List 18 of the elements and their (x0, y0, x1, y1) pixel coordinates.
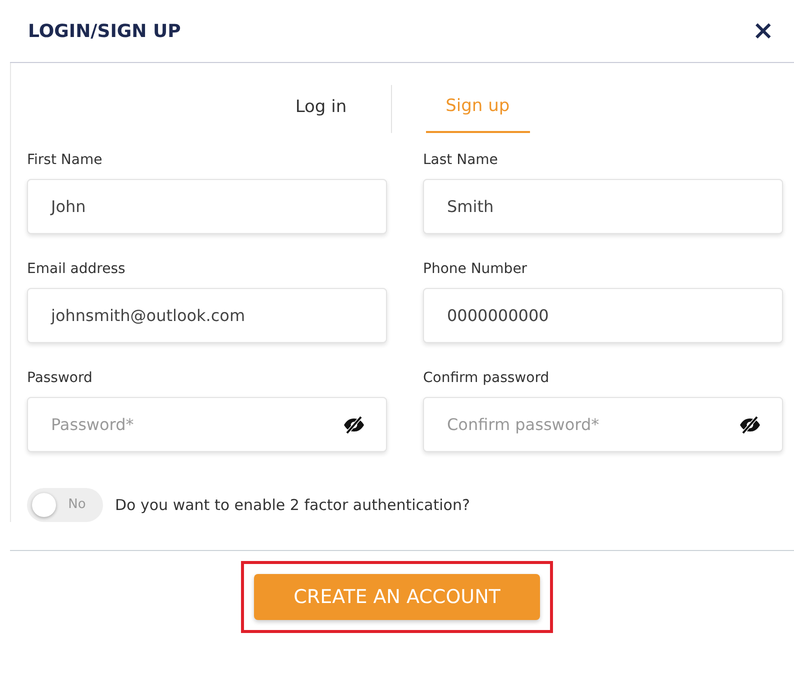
input-field[interactable]: John (27, 179, 387, 234)
eye-slash-icon[interactable] (739, 416, 761, 434)
dialog-title: LOGIN/SIGN UP (28, 20, 181, 44)
tab[interactable]: Log in (275, 85, 367, 133)
field-label: Phone Number (423, 260, 528, 279)
password-field[interactable]: Confirm password* (423, 397, 783, 452)
input-field[interactable]: 0000000000 (423, 288, 783, 343)
input-field[interactable]: johnsmith@outlook.com (27, 288, 387, 343)
input-field[interactable]: Smith (423, 179, 783, 234)
field-label: First Name (27, 151, 102, 170)
password-field[interactable]: Password* (27, 397, 387, 452)
eye-slash-icon[interactable] (343, 416, 365, 434)
toggle-label: Do you want to enable 2 factor authentication? (115, 494, 470, 516)
field-label: Confirm password (423, 369, 550, 388)
close-button[interactable]: × (748, 18, 778, 44)
field-label: Email address (27, 260, 126, 279)
field-label: Password (27, 369, 92, 388)
field-label: Last Name (423, 151, 498, 170)
